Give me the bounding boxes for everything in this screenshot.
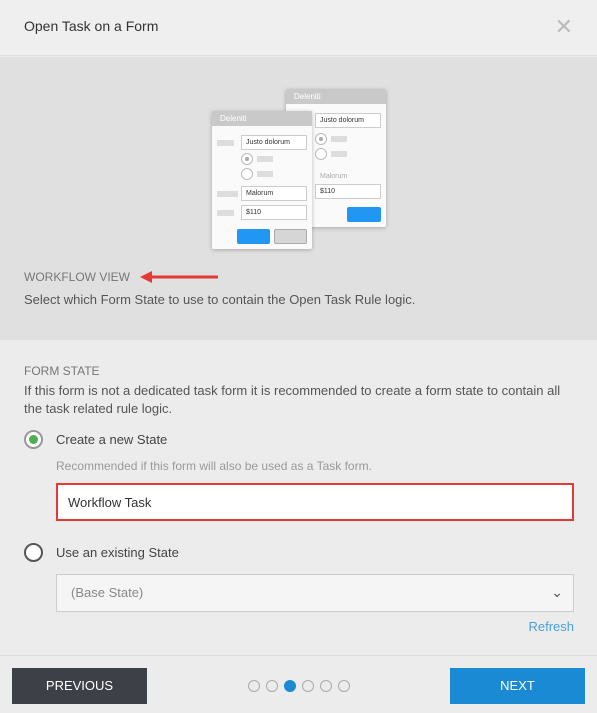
workflow-view-label: WORKFLOW VIEW [24,270,130,284]
step-indicator [248,680,350,692]
next-button[interactable]: NEXT [450,668,585,704]
card-button [347,207,381,222]
radio-icon [315,133,327,145]
card-field: Justo dolorum [315,113,381,128]
existing-state-value: (Base State) [71,585,144,600]
dialog-title: Open Task on a Form [24,18,159,34]
illustration-front-card: Deleniti Justo dolorum Malorum $110 [212,111,312,249]
card-button [237,229,270,244]
workflow-view-description: Select which Form State to use to contai… [24,292,416,307]
new-state-name-input[interactable]: Workflow Task [56,483,574,521]
use-existing-state-radio[interactable] [24,543,43,562]
card-field: $110 [241,205,307,220]
step-dot[interactable] [338,680,350,692]
radio-icon [315,148,327,160]
chevron-down-icon: ⌄ [551,584,563,600]
card-header: Deleniti [286,89,386,104]
create-new-state-hint: Recommended if this form will also be us… [56,459,372,473]
radio-icon [241,168,253,180]
card-field: $110 [315,184,381,199]
arrow-left-icon [140,271,218,283]
dialog-header: Open Task on a Form ✕ [0,0,597,56]
card-label: Malorum [320,173,348,180]
card-header: Deleniti [212,111,312,126]
create-new-state-radio[interactable] [24,430,43,449]
use-existing-state-label[interactable]: Use an existing State [56,545,179,560]
step-dot[interactable] [248,680,260,692]
form-state-description: If this form is not a dedicated task for… [24,383,561,416]
close-icon[interactable]: ✕ [555,14,573,40]
step-dot[interactable] [266,680,278,692]
step-dot[interactable] [320,680,332,692]
card-field: Justo dolorum [241,135,307,150]
card-field: Malorum [241,186,307,201]
step-dot[interactable] [302,680,314,692]
step-dot-current[interactable] [284,680,296,692]
previous-button[interactable]: PREVIOUS [12,668,147,704]
create-new-state-label[interactable]: Create a new State [56,432,167,447]
form-state-label: FORM STATE [24,364,100,378]
card-button [274,229,307,244]
existing-state-select[interactable]: (Base State) ⌄ [56,574,574,612]
dialog-footer: PREVIOUS NEXT [0,655,597,713]
radio-icon [241,153,253,165]
refresh-link[interactable]: Refresh [528,619,574,634]
